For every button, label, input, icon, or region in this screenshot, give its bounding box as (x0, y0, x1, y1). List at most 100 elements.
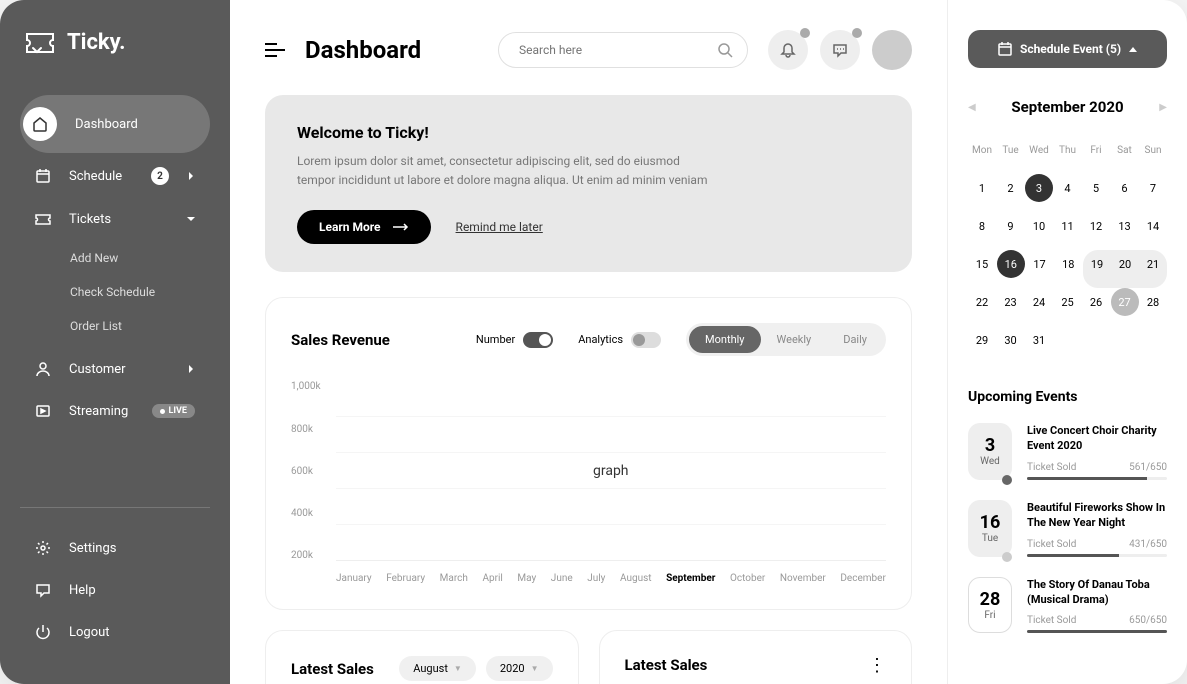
sub-check-schedule[interactable]: Check Schedule (70, 275, 210, 309)
y-tick: 200k (291, 550, 321, 561)
tab-daily[interactable]: Daily (827, 326, 883, 353)
nav-label: Help (69, 583, 195, 598)
progress-bar (1027, 477, 1167, 480)
event-item[interactable]: 16TueBeautiful Fireworks Show In The New… (968, 500, 1167, 557)
cal-day[interactable]: 14 (1139, 212, 1167, 240)
menu-icon[interactable] (265, 43, 285, 57)
cal-day[interactable]: 8 (968, 212, 996, 240)
event-item[interactable]: 3WedLive Concert Choir Charity Event 202… (968, 423, 1167, 480)
cal-day[interactable]: 4 (1054, 174, 1082, 202)
cal-day[interactable]: 27 (1111, 288, 1139, 316)
cal-day[interactable]: 28 (1139, 288, 1167, 316)
sub-add-new[interactable]: Add New (70, 241, 210, 275)
cal-day[interactable]: 7 (1139, 174, 1167, 202)
panel-header: Sales Revenue Number Analytics Monthly (291, 323, 886, 356)
cal-day[interactable]: 25 (1054, 288, 1082, 316)
year-dropdown[interactable]: 2020▼ (486, 656, 553, 681)
cal-day[interactable]: 1 (968, 174, 996, 202)
main-nav: Dashboard Schedule 2 Tickets Add New Che… (20, 95, 210, 507)
x-tick: July (587, 573, 605, 584)
brand-name: Ticky. (67, 30, 126, 55)
cal-day[interactable]: 20 (1111, 250, 1139, 278)
cal-day[interactable]: 6 (1111, 174, 1139, 202)
cal-day[interactable]: 31 (1025, 326, 1053, 354)
sidebar-item-streaming[interactable]: Streaming LIVE (20, 391, 210, 431)
sidebar: Ticky. Dashboard Schedule 2 Tickets Add … (0, 0, 230, 684)
event-item[interactable]: 28FriThe Story Of Danau Toba (Musical Dr… (968, 577, 1167, 634)
cal-day[interactable]: 18 (1054, 250, 1082, 278)
toggle-switch[interactable] (631, 332, 661, 348)
notifications-button[interactable] (768, 30, 808, 70)
cal-day[interactable]: 17 (1026, 250, 1054, 278)
cal-day[interactable]: 13 (1111, 212, 1139, 240)
cal-day[interactable]: 29 (968, 326, 996, 354)
sub-menu: Add New Check Schedule Order List (20, 241, 210, 343)
tab-monthly[interactable]: Monthly (689, 326, 761, 353)
month-dropdown[interactable]: August▼ (399, 656, 476, 681)
cal-day[interactable]: 16 (997, 250, 1025, 278)
cal-day[interactable]: 15 (968, 250, 996, 278)
panel-header: Latest Sales ⋮ (625, 656, 887, 674)
cal-day[interactable]: 26 (1082, 288, 1110, 316)
cal-day (1082, 326, 1110, 354)
more-button[interactable]: ⋮ (868, 662, 886, 669)
cal-dow: Fri (1082, 136, 1110, 164)
nav-label: Streaming (69, 404, 134, 419)
nav-label: Dashboard (75, 117, 195, 132)
sidebar-item-tickets[interactable]: Tickets (20, 199, 210, 239)
next-month-button[interactable]: ▶ (1159, 102, 1167, 113)
tab-weekly[interactable]: Weekly (761, 326, 828, 353)
toggle-label: Analytics (578, 333, 623, 346)
cal-day[interactable]: 23 (997, 288, 1025, 316)
y-tick: 800k (291, 424, 321, 435)
chevron-up-icon (1129, 47, 1137, 52)
logo[interactable]: Ticky. (20, 30, 210, 55)
toggle-switch[interactable] (523, 332, 553, 348)
cal-day (1139, 326, 1167, 354)
cal-day[interactable]: 3 (1025, 174, 1053, 202)
search-input[interactable] (498, 32, 748, 68)
sidebar-item-schedule[interactable]: Schedule 2 (20, 155, 210, 197)
sidebar-bottom: Settings Help Logout (20, 507, 210, 654)
remind-later-link[interactable]: Remind me later (456, 220, 543, 234)
revenue-panel: Sales Revenue Number Analytics Monthly (265, 297, 912, 610)
cal-day[interactable]: 11 (1054, 212, 1082, 240)
sidebar-item-settings[interactable]: Settings (20, 528, 210, 568)
cal-day[interactable]: 22 (968, 288, 996, 316)
home-icon (32, 116, 48, 132)
sub-order-list[interactable]: Order List (70, 309, 210, 343)
cal-day (1111, 326, 1139, 354)
welcome-card: Welcome to Ticky! Lorem ipsum dolor sit … (265, 95, 912, 272)
latest-sales-panel-1: Latest Sales August▼ 2020▼ (265, 630, 579, 684)
cal-day[interactable]: 19 (1083, 250, 1111, 278)
messages-button[interactable] (820, 30, 860, 70)
x-tick: January (336, 573, 372, 584)
cal-day[interactable]: 30 (997, 326, 1025, 354)
schedule-event-button[interactable]: Schedule Event (5) (968, 30, 1167, 68)
sidebar-item-help[interactable]: Help (20, 570, 210, 610)
prev-month-button[interactable]: ◀ (968, 102, 976, 113)
sidebar-item-logout[interactable]: Logout (20, 612, 210, 652)
x-axis: JanuaryFebruaryMarchAprilMayJuneJulyAugu… (291, 561, 886, 584)
cal-day[interactable]: 12 (1082, 212, 1110, 240)
calendar-icon (35, 168, 51, 184)
avatar[interactable] (872, 30, 912, 70)
x-tick: May (517, 573, 536, 584)
progress-bar (1027, 554, 1167, 557)
cal-day[interactable]: 21 (1139, 250, 1167, 278)
cal-day[interactable]: 10 (1025, 212, 1053, 240)
cal-day[interactable]: 2 (997, 174, 1025, 202)
events-list: 3WedLive Concert Choir Charity Event 202… (968, 423, 1167, 633)
button-label: Schedule Event (5) (1020, 42, 1121, 56)
x-tick: March (440, 573, 468, 584)
y-axis: 1,000k800k600k400k200k (291, 381, 336, 561)
cal-day[interactable]: 9 (997, 212, 1025, 240)
progress-bar (1027, 630, 1167, 633)
cal-day[interactable]: 5 (1082, 174, 1110, 202)
chevron-down-icon: ▼ (531, 664, 539, 673)
learn-more-button[interactable]: Learn More (297, 210, 431, 244)
chart-body: graph (336, 381, 886, 561)
sidebar-item-customer[interactable]: Customer (20, 349, 210, 389)
cal-day[interactable]: 24 (1025, 288, 1053, 316)
sidebar-item-dashboard[interactable]: Dashboard (20, 95, 210, 153)
